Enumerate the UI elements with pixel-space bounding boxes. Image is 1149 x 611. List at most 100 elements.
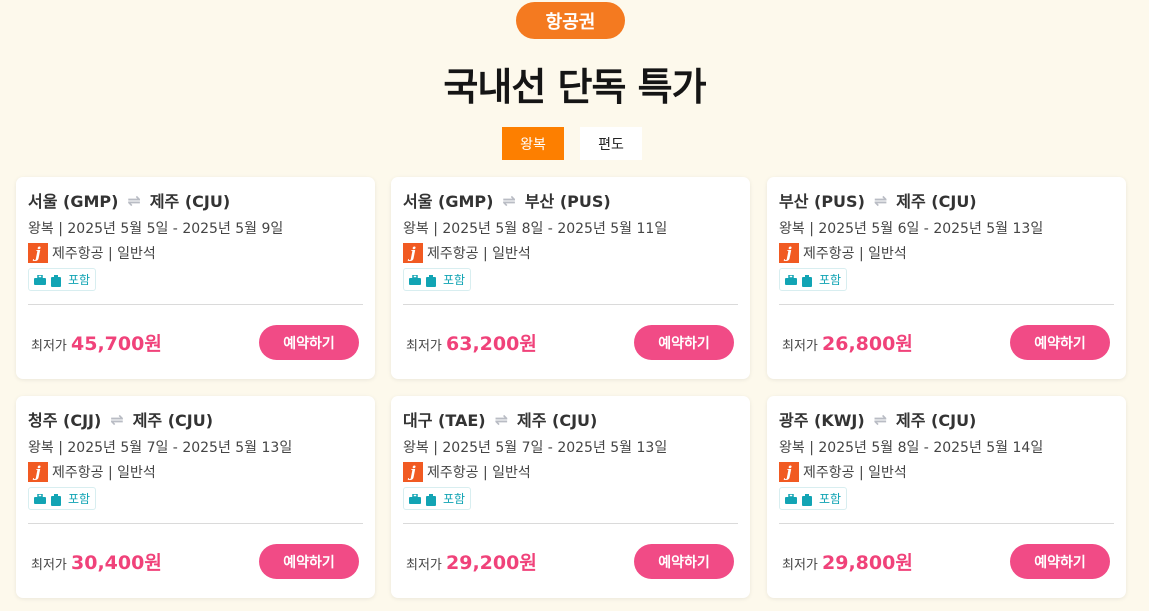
price: 45,700원 [71,333,162,355]
checked-luggage-icon [426,274,438,287]
price: 29,200원 [446,552,537,574]
divider [403,523,738,524]
book-button[interactable]: 예약하기 [1010,325,1110,360]
destination: 제주 (CJU) [517,411,598,430]
destination: 제주 (CJU) [132,411,214,430]
book-button[interactable]: 예약하기 [259,325,359,360]
price: 63,200원 [446,333,537,355]
baggage-label: 포함 [68,273,91,287]
trip-dates: 왕복 | 2025년 5월 5일 - 2025년 5월 9일 [28,221,284,237]
book-button[interactable]: 예약하기 [1010,544,1110,579]
route: 광주 (KWJ) ⇌ 제주 (CJU) [779,407,976,431]
airline-label: 제주항공 | 일반석 [52,246,156,262]
divider [779,523,1114,524]
divider [403,304,738,305]
trip-dates: 왕복 | 2025년 5월 8일 - 2025년 5월 11일 [403,221,668,237]
airline-info: j 제주항공 | 일반석 [779,462,907,482]
baggage-label: 포함 [819,492,842,506]
baggage-badge: 포함 [28,487,97,510]
route: 대구 (TAE) ⇌ 제주 (CJU) [403,407,597,431]
route: 청주 (CJJ) ⇌ 제주 (CJU) [28,407,213,431]
route: 부산 (PUS) ⇌ 제주 (CJU) [779,188,977,212]
deal-card[interactable]: 서울 (GMP) ⇌ 제주 (CJU) 왕복 | 2025년 5월 5일 - 2… [16,177,375,379]
airline-label: 제주항공 | 일반석 [427,246,531,262]
deal-card[interactable]: 대구 (TAE) ⇌ 제주 (CJU) 왕복 | 2025년 5월 7일 - 2… [391,396,750,598]
carry-on-bag-icon [409,274,421,285]
swap-arrows-icon: ⇌ [502,190,516,210]
baggage-label: 포함 [443,492,466,506]
airline-label: 제주항공 | 일반석 [803,465,907,481]
swap-arrows-icon: ⇌ [110,409,124,429]
deal-card[interactable]: 부산 (PUS) ⇌ 제주 (CJU) 왕복 | 2025년 5월 6일 - 2… [767,177,1126,379]
book-button[interactable]: 예약하기 [259,544,359,579]
divider [28,523,363,524]
divider [28,304,363,305]
trip-dates: 왕복 | 2025년 5월 6일 - 2025년 5월 13일 [779,221,1044,237]
trip-dates: 왕복 | 2025년 5월 8일 - 2025년 5월 14일 [779,440,1044,456]
baggage-label: 포함 [819,273,842,287]
jeju-air-logo-icon: j [28,462,48,482]
price-label: 최저가 [406,558,442,573]
price-label: 최저가 [31,339,67,354]
airline-label: 제주항공 | 일반석 [52,465,156,481]
category-badge: 항공권 [516,2,625,39]
checked-luggage-icon [426,493,438,506]
jeju-air-logo-icon: j [779,243,799,263]
deal-card[interactable]: 서울 (GMP) ⇌ 부산 (PUS) 왕복 | 2025년 5월 8일 - 2… [391,177,750,379]
swap-arrows-icon: ⇌ [494,409,509,429]
airline-info: j 제주항공 | 일반석 [28,462,156,482]
deal-card[interactable]: 청주 (CJJ) ⇌ 제주 (CJU) 왕복 | 2025년 5월 7일 - 2… [16,396,375,598]
carry-on-bag-icon [785,493,797,504]
airline-info: j 제주항공 | 일반석 [403,243,531,263]
tab-round-trip[interactable]: 왕복 [502,127,564,160]
baggage-badge: 포함 [403,487,472,510]
origin: 광주 (KWJ) [779,411,865,430]
carry-on-bag-icon [409,493,421,504]
price-label: 최저가 [31,558,67,573]
baggage-label: 포함 [68,492,91,506]
airline-info: j 제주항공 | 일반석 [28,243,156,263]
origin: 서울 (GMP) [403,192,494,211]
book-button[interactable]: 예약하기 [634,544,734,579]
airline-info: j 제주항공 | 일반석 [403,462,531,482]
baggage-badge: 포함 [779,487,848,510]
price: 30,400원 [71,552,162,574]
airline-label: 제주항공 | 일반석 [803,246,907,262]
jeju-air-logo-icon: j [403,243,423,263]
swap-arrows-icon: ⇌ [873,190,888,210]
tab-one-way[interactable]: 편도 [580,127,642,160]
baggage-badge: 포함 [28,268,97,291]
page-title: 국내선 단독 특가 [443,65,706,109]
book-button[interactable]: 예약하기 [634,325,734,360]
price-label: 최저가 [782,339,818,354]
deal-card[interactable]: 광주 (KWJ) ⇌ 제주 (CJU) 왕복 | 2025년 5월 8일 - 2… [767,396,1126,598]
checked-luggage-icon [802,493,814,506]
price: 26,800원 [822,333,913,355]
airline-label: 제주항공 | 일반석 [427,465,531,481]
baggage-badge: 포함 [403,268,472,291]
origin: 부산 (PUS) [779,192,865,211]
route: 서울 (GMP) ⇌ 부산 (PUS) [403,188,611,212]
destination: 제주 (CJU) [896,411,977,430]
jeju-air-logo-icon: j [403,462,423,482]
carry-on-bag-icon [34,274,46,285]
airline-info: j 제주항공 | 일반석 [779,243,907,263]
swap-arrows-icon: ⇌ [127,190,141,210]
baggage-badge: 포함 [779,268,848,291]
origin: 대구 (TAE) [403,411,486,430]
trip-dates: 왕복 | 2025년 5월 7일 - 2025년 5월 13일 [403,440,668,456]
origin: 서울 (GMP) [28,192,119,211]
destination: 제주 (CJU) [149,192,231,211]
destination: 부산 (PUS) [524,192,611,211]
carry-on-bag-icon [34,493,46,504]
origin: 청주 (CJJ) [28,411,102,430]
trip-dates: 왕복 | 2025년 5월 7일 - 2025년 5월 13일 [28,440,293,456]
checked-luggage-icon [802,274,814,287]
jeju-air-logo-icon: j [28,243,48,263]
swap-arrows-icon: ⇌ [873,409,888,429]
divider [779,304,1114,305]
destination: 제주 (CJU) [896,192,977,211]
price: 29,800원 [822,552,913,574]
carry-on-bag-icon [785,274,797,285]
route: 서울 (GMP) ⇌ 제주 (CJU) [28,188,230,212]
